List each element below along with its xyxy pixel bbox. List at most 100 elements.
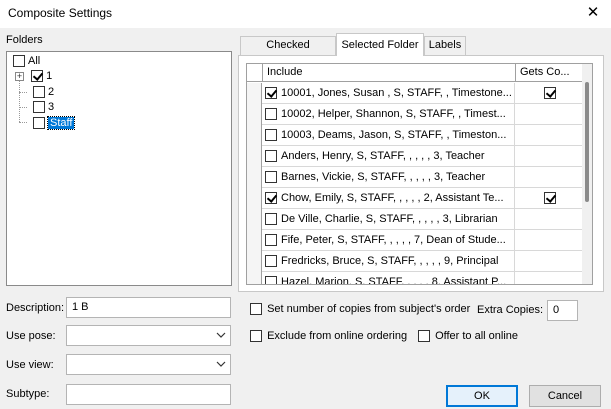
- tab-labels[interactable]: Labels: [424, 36, 466, 55]
- tab-selected-folder[interactable]: Selected Folder: [336, 33, 424, 56]
- table-row[interactable]: 10003, Deams, Jason, S, STAFF, , Timesto…: [247, 125, 583, 146]
- vertical-scrollbar[interactable]: [582, 64, 592, 284]
- gets-copies-cell[interactable]: [516, 104, 583, 125]
- table-row[interactable]: De Ville, Charlie, S, STAFF, , , , , 3, …: [247, 209, 583, 230]
- cancel-button[interactable]: Cancel: [529, 385, 601, 407]
- tree-item-2[interactable]: 2: [33, 85, 54, 100]
- column-header-include[interactable]: Include: [263, 64, 516, 82]
- row-header[interactable]: [247, 272, 262, 284]
- set-copies-checkbox[interactable]: [250, 303, 262, 316]
- scrollbar-thumb[interactable]: [585, 82, 589, 202]
- tree-item-3[interactable]: 3: [33, 100, 54, 115]
- row-header[interactable]: [247, 209, 262, 230]
- gets-copies-cell[interactable]: [516, 188, 583, 209]
- tree-item-all[interactable]: All: [13, 54, 40, 69]
- include-checkbox[interactable]: [265, 276, 277, 284]
- row-header[interactable]: [247, 251, 262, 272]
- exclude-online-option[interactable]: Exclude from online ordering: [250, 330, 408, 343]
- include-cell[interactable]: 10002, Helper, Shannon, S, STAFF, , Time…: [263, 104, 515, 125]
- row-header[interactable]: [247, 146, 262, 167]
- include-cell[interactable]: Barnes, Vickie, S, STAFF, , , , , 3, Tea…: [263, 167, 515, 188]
- table-row[interactable]: 10001, Jones, Susan , S, STAFF, , Timest…: [247, 83, 583, 104]
- table-row[interactable]: Chow, Emily, S, STAFF, , , , , 2, Assist…: [247, 188, 583, 209]
- grid-header: Include Gets Co...: [247, 64, 583, 82]
- row-header[interactable]: [247, 104, 262, 125]
- gets-copies-cell[interactable]: [516, 209, 583, 230]
- tree-checkbox-3[interactable]: [33, 101, 45, 114]
- table-row[interactable]: Barnes, Vickie, S, STAFF, , , , , 3, Tea…: [247, 167, 583, 188]
- gets-copies-cell[interactable]: [516, 230, 583, 251]
- row-header[interactable]: [247, 125, 262, 146]
- subtype-label: Subtype:: [6, 388, 50, 400]
- table-row[interactable]: 10002, Helper, Shannon, S, STAFF, , Time…: [247, 104, 583, 125]
- tree-connector: [19, 107, 27, 108]
- include-checkbox[interactable]: [265, 108, 277, 121]
- include-cell[interactable]: 10001, Jones, Susan , S, STAFF, , Timest…: [263, 83, 515, 104]
- tree-connector: [19, 122, 27, 123]
- ok-button[interactable]: OK: [446, 385, 518, 407]
- include-checkbox[interactable]: [265, 255, 277, 268]
- tree-item-label: Staff: [46, 116, 76, 131]
- extra-copies-input[interactable]: 0: [547, 300, 578, 321]
- offer-all-checkbox[interactable]: [418, 330, 430, 343]
- tree-checkbox-staff[interactable]: [33, 117, 45, 130]
- gets-copies-cell[interactable]: [516, 251, 583, 272]
- include-cell[interactable]: 10003, Deams, Jason, S, STAFF, , Timesto…: [263, 125, 515, 146]
- table-row[interactable]: Fife, Peter, S, STAFF, , , , , 7, Dean o…: [247, 230, 583, 251]
- use-view-select[interactable]: [66, 354, 231, 375]
- gets-copies-cell[interactable]: [516, 272, 583, 284]
- folders-tree[interactable]: All + 1 2 3 Staff: [6, 51, 232, 286]
- header-corner: [247, 64, 263, 82]
- include-checkbox[interactable]: [265, 192, 277, 205]
- include-checkbox[interactable]: [265, 150, 277, 163]
- gets-copies-cell[interactable]: [516, 146, 583, 167]
- use-pose-label: Use pose:: [6, 330, 56, 342]
- subjects-grid[interactable]: Include Gets Co... 10001, Jones, Susan ,…: [246, 63, 593, 285]
- offer-all-label: Offer to all online: [435, 330, 519, 342]
- tree-checkbox-1[interactable]: [31, 70, 44, 83]
- extra-copies-label: Extra Copies:: [477, 304, 544, 316]
- row-header[interactable]: [247, 230, 262, 251]
- tree-item-1[interactable]: + 1: [15, 69, 52, 84]
- include-text: Anders, Henry, S, STAFF, , , , , 3, Teac…: [281, 150, 485, 162]
- table-row[interactable]: Fredricks, Bruce, S, STAFF, , , , , 9, P…: [247, 251, 583, 272]
- include-checkbox[interactable]: [265, 129, 277, 142]
- subtype-input[interactable]: [66, 384, 231, 405]
- table-row[interactable]: Anders, Henry, S, STAFF, , , , , 3, Teac…: [247, 146, 583, 167]
- close-icon[interactable]: ✕: [583, 3, 603, 23]
- chevron-down-icon: [216, 361, 226, 367]
- tab-checked-folders[interactable]: Checked Folder(s): [240, 36, 336, 68]
- tree-checkbox-all[interactable]: [13, 55, 25, 68]
- expand-icon[interactable]: +: [15, 71, 24, 81]
- include-checkbox[interactable]: [265, 234, 277, 247]
- gets-copies-checkbox[interactable]: [543, 87, 556, 99]
- exclude-online-label: Exclude from online ordering: [267, 330, 408, 342]
- gets-copies-cell[interactable]: [516, 167, 583, 188]
- use-pose-select[interactable]: [66, 325, 231, 346]
- include-cell[interactable]: Hazel, Marion, S, STAFF, , , , , 8, Assi…: [263, 272, 515, 284]
- include-checkbox[interactable]: [265, 171, 277, 184]
- tree-checkbox-2[interactable]: [33, 86, 45, 99]
- set-copies-option[interactable]: Set number of copies from subject's orde…: [250, 303, 470, 316]
- offer-all-option[interactable]: Offer to all online: [418, 330, 519, 343]
- include-checkbox[interactable]: [265, 213, 277, 226]
- row-header[interactable]: [247, 188, 262, 209]
- gets-copies-cell[interactable]: [516, 83, 583, 104]
- include-cell[interactable]: Fredricks, Bruce, S, STAFF, , , , , 9, P…: [263, 251, 515, 272]
- include-cell[interactable]: Anders, Henry, S, STAFF, , , , , 3, Teac…: [263, 146, 515, 167]
- include-cell[interactable]: De Ville, Charlie, S, STAFF, , , , , 3, …: [263, 209, 515, 230]
- gets-copies-cell[interactable]: [516, 125, 583, 146]
- gets-copies-checkbox[interactable]: [543, 192, 556, 204]
- tree-item-staff[interactable]: Staff: [33, 116, 76, 131]
- row-header[interactable]: [247, 83, 262, 104]
- row-header[interactable]: [247, 167, 262, 188]
- include-cell[interactable]: Fife, Peter, S, STAFF, , , , , 7, Dean o…: [263, 230, 515, 251]
- include-checkbox[interactable]: [265, 87, 277, 100]
- use-view-label: Use view:: [6, 359, 54, 371]
- description-input[interactable]: 1 B: [66, 297, 231, 318]
- include-cell[interactable]: Chow, Emily, S, STAFF, , , , , 2, Assist…: [263, 188, 515, 209]
- table-row[interactable]: Hazel, Marion, S, STAFF, , , , , 8, Assi…: [247, 272, 583, 284]
- tree-item-label: 1: [46, 70, 53, 83]
- exclude-online-checkbox[interactable]: [250, 330, 262, 343]
- column-header-gets-copies[interactable]: Gets Co...: [516, 64, 583, 82]
